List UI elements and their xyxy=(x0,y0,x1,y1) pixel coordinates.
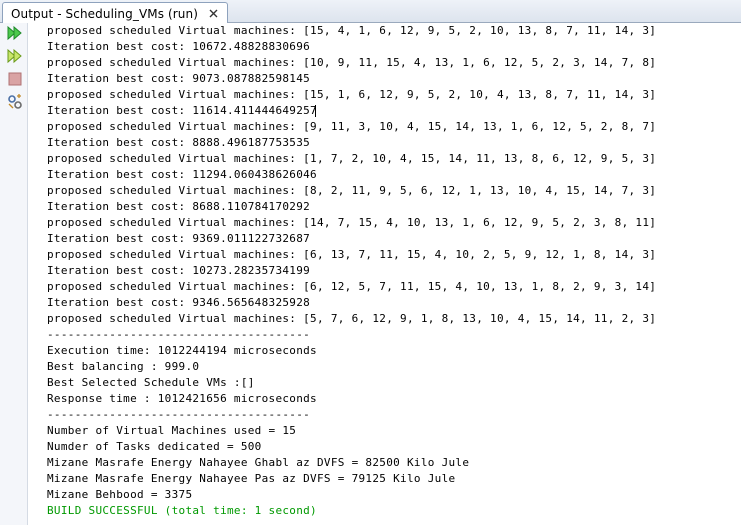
rerun-with-params-button[interactable] xyxy=(6,48,24,68)
output-line: Mizane Masrafe Energy Nahayee Ghabl az D… xyxy=(47,456,470,469)
settings-button[interactable] xyxy=(6,94,24,114)
output-line: Iteration best cost: 10672.48828830696 xyxy=(47,40,311,53)
output-line: proposed scheduled Virtual machines: [14… xyxy=(47,216,657,229)
output-line: Execution time: 1012244194 microseconds xyxy=(47,344,317,357)
rerun-button[interactable] xyxy=(6,25,24,45)
output-line: Best balancing : 999.0 xyxy=(47,360,200,373)
output-line: Iteration best cost: 11294.060438626046 xyxy=(47,168,317,181)
output-line: proposed scheduled Virtual machines: [6,… xyxy=(47,280,657,293)
output-line: proposed scheduled Virtual machines: [15… xyxy=(47,24,657,37)
output-line: proposed scheduled Virtual machines: [8,… xyxy=(47,184,657,197)
output-tab[interactable]: Output - Scheduling_VMs (run) xyxy=(2,2,228,24)
output-tab-bar: Output - Scheduling_VMs (run) xyxy=(0,0,741,24)
output-line: -------------------------------------- xyxy=(47,408,311,421)
output-line: Number of Virtual Machines used = 15 xyxy=(47,424,297,437)
output-line: BUILD SUCCESSFUL (total time: 1 second) xyxy=(47,504,317,517)
rerun-with-params-icon xyxy=(7,48,23,68)
output-line: Response time : 1012421656 microseconds xyxy=(47,392,317,405)
output-toolbar xyxy=(0,23,28,525)
output-line: Iteration best cost: 9346.565648325928 xyxy=(47,296,311,309)
output-line: proposed scheduled Virtual machines: [9,… xyxy=(47,120,657,133)
output-line: -------------------------------------- xyxy=(47,328,311,341)
output-line: Iteration best cost: 11614.411444649257 xyxy=(47,104,317,117)
output-line: Iteration best cost: 10273.28235734199 xyxy=(47,264,311,277)
output-line: Iteration best cost: 8888.496187753535 xyxy=(47,136,311,149)
text-caret xyxy=(315,105,316,117)
output-tab-title: Output - Scheduling_VMs (run) xyxy=(11,6,198,21)
output-line: proposed scheduled Virtual machines: [6,… xyxy=(47,248,657,261)
output-line: Mizane Masrafe Energy Nahayee Pas az DVF… xyxy=(47,472,456,485)
output-line: proposed scheduled Virtual machines: [10… xyxy=(47,56,657,69)
output-line: Iteration best cost: 8688.110784170292 xyxy=(47,200,311,213)
output-lines: proposed scheduled Virtual machines: [15… xyxy=(47,23,656,519)
output-line: proposed scheduled Virtual machines: [1,… xyxy=(47,152,657,165)
output-line: Numder of Tasks dedicated = 500 xyxy=(47,440,262,453)
close-icon[interactable] xyxy=(207,8,219,20)
output-line: Mizane Behbood = 3375 xyxy=(47,488,193,501)
output-line: Iteration best cost: 9369.011122732687 xyxy=(47,232,311,245)
stop-icon xyxy=(7,71,23,91)
output-console[interactable]: proposed scheduled Virtual machines: [15… xyxy=(29,23,741,525)
stop-button[interactable] xyxy=(6,72,24,90)
settings-icon xyxy=(7,94,23,114)
output-line: Iteration best cost: 9073.087882598145 xyxy=(47,72,311,85)
output-line: Best Selected Schedule VMs :[] xyxy=(47,376,255,389)
output-line: proposed scheduled Virtual machines: [5,… xyxy=(47,312,657,325)
output-line: proposed scheduled Virtual machines: [15… xyxy=(47,88,657,101)
rerun-icon xyxy=(7,25,23,45)
